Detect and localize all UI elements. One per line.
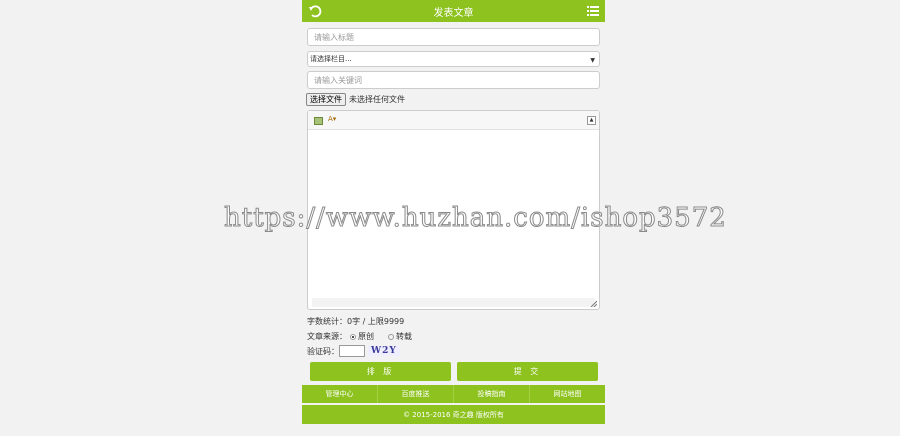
captcha-row: 验证码： W2Y	[307, 345, 400, 357]
editor-statusbar	[312, 298, 595, 307]
radio-repost[interactable]	[388, 333, 394, 340]
radio-original[interactable]	[350, 333, 356, 340]
footer-link-sitemap[interactable]: 网站地图	[530, 385, 605, 403]
radio-repost-label: 转载	[396, 332, 412, 341]
format-button[interactable]: 排 版	[310, 362, 451, 381]
image-icon[interactable]	[314, 117, 323, 125]
footer-nav: 管理中心 百度推送 投稿指南 网站地图	[302, 385, 605, 403]
source-label: 文章来源：	[307, 332, 347, 341]
word-count: 字数统计：0字 / 上限9999	[307, 317, 405, 326]
captcha-label: 验证码：	[307, 346, 339, 356]
header-bar: 发表文章	[302, 0, 605, 22]
submit-button[interactable]: 提 交	[457, 362, 598, 381]
watermark-text: https://www.huzhan.com/ishop3572	[224, 203, 727, 234]
captcha-input[interactable]	[339, 345, 365, 357]
category-select[interactable]: 请选择栏目... ▼	[307, 51, 600, 67]
font-size-icon[interactable]: A▾	[328, 115, 336, 123]
keyword-input[interactable]: 请输入关键词	[307, 71, 600, 89]
resize-handle-icon[interactable]	[590, 300, 597, 307]
dropdown-arrow-icon: ▼	[590, 57, 595, 64]
footer-link-guide[interactable]: 投稿指南	[454, 385, 530, 403]
back-arrow-icon[interactable]	[308, 4, 322, 18]
file-status-text: 未选择任何文件	[349, 94, 405, 104]
font-size-label: A	[328, 115, 333, 123]
list-menu-icon[interactable]	[587, 5, 599, 17]
footer-link-baidu-push[interactable]: 百度推送	[378, 385, 454, 403]
footer-link-admin[interactable]: 管理中心	[302, 385, 378, 403]
editor-toolbar: A▾ ▲	[308, 111, 599, 130]
radio-original-label: 原创	[358, 332, 374, 341]
keyword-placeholder: 请输入关键词	[314, 75, 362, 85]
category-selected-value: 请选择栏目...	[310, 55, 352, 63]
source-row: 文章来源： 原创 转载	[307, 331, 412, 342]
choose-file-button[interactable]: 选择文件	[306, 92, 346, 106]
file-upload-row: 选择文件 未选择任何文件	[306, 92, 405, 106]
title-placeholder: 请输入标题	[314, 32, 354, 42]
collapse-toolbar-icon[interactable]: ▲	[587, 116, 596, 125]
copyright: © 2015-2016 奇之趣 版权所有	[302, 405, 605, 424]
title-input[interactable]: 请输入标题	[307, 28, 600, 46]
page-title: 发表文章	[433, 7, 474, 19]
captcha-image[interactable]: W2Y	[368, 346, 400, 356]
